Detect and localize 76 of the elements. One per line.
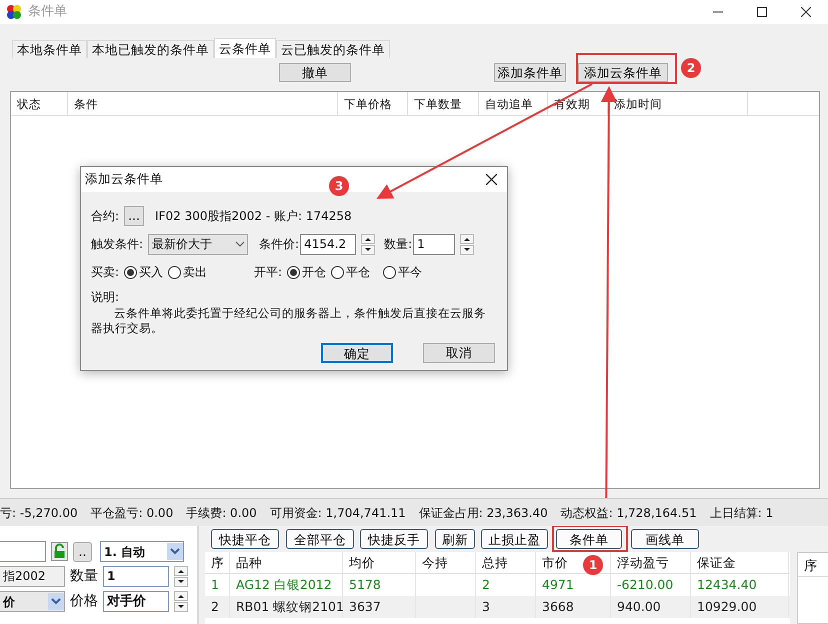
table-cell: 10929.00 bbox=[691, 596, 789, 618]
dropdown-value: 1. 自动 bbox=[104, 544, 146, 560]
price-field[interactable]: 对手价 bbox=[103, 591, 169, 612]
toolbar-button[interactable]: 画线单 bbox=[631, 529, 699, 549]
column-header: 保证金 bbox=[691, 552, 789, 573]
table-cell: RB01 螺纹钢2101 bbox=[230, 596, 343, 618]
cancel-order-button[interactable]: 撤单 bbox=[279, 63, 351, 82]
toolbar-button[interactable]: 刷新 bbox=[435, 529, 475, 549]
column-header: 添加时间 bbox=[608, 92, 748, 115]
radio-option[interactable]: 平今 bbox=[383, 263, 422, 281]
column-header: 今持 bbox=[416, 552, 476, 573]
table-cell: 2 bbox=[205, 596, 230, 618]
column-header: 条件 bbox=[68, 92, 338, 115]
radio-option[interactable]: 开仓 bbox=[287, 263, 326, 281]
condition-price-field[interactable]: 4154.2 bbox=[300, 234, 356, 254]
status-text: 保证金占用: 23,363.40 bbox=[418, 504, 548, 522]
column-header: 均价 bbox=[343, 552, 416, 573]
table-cell: 3637 bbox=[343, 596, 416, 618]
radio-option[interactable]: 平仓 bbox=[331, 263, 370, 281]
quantity-field[interactable]: 1 bbox=[413, 234, 456, 254]
toolbar-button[interactable]: 快捷平仓 bbox=[211, 529, 279, 549]
offset-label: 开平: bbox=[254, 264, 282, 281]
ok-button[interactable]: 确定 bbox=[321, 343, 393, 363]
step-number-marker: 2 bbox=[681, 58, 701, 78]
table-cell: 940.00 bbox=[611, 596, 691, 618]
toolbar-button[interactable]: 条件单 bbox=[556, 529, 622, 549]
side-label: 买卖: bbox=[91, 264, 120, 281]
dropdown-value: 最新价大于 bbox=[152, 236, 212, 253]
window-title: 条件单 bbox=[28, 3, 67, 22]
contract-picker-button[interactable]: ... bbox=[124, 206, 144, 226]
status-text: 动态权益: 1,728,164.51 bbox=[560, 504, 697, 522]
contract-label: 合约: bbox=[91, 208, 120, 225]
contract-field[interactable]: 指2002 bbox=[0, 566, 65, 587]
trigger-label: 触发条件: bbox=[91, 236, 144, 253]
price-type-dropdown[interactable]: 价 bbox=[0, 591, 65, 612]
tab[interactable]: 云条件单 bbox=[214, 38, 276, 58]
radio-option[interactable]: 买入 bbox=[124, 263, 164, 281]
add-cloud-condition-order-button[interactable]: 添加云条件单 bbox=[578, 63, 668, 82]
column-header: 自动追单 bbox=[479, 92, 548, 115]
quantity-field[interactable]: 1 bbox=[103, 566, 169, 587]
price-label: 价格 bbox=[70, 592, 98, 611]
trigger-dropdown[interactable]: 最新价大于 bbox=[148, 234, 248, 254]
table-cell: 3668 bbox=[536, 596, 611, 618]
condition-price-label: 条件价: bbox=[259, 236, 300, 253]
status-text: 手续费: 0.00 bbox=[186, 504, 257, 522]
radio-option[interactable]: 卖出 bbox=[168, 263, 208, 281]
table-cell: 3 bbox=[476, 596, 536, 618]
dropdown-value: 价 bbox=[3, 594, 15, 610]
mode-dropdown[interactable]: 1. 自动 bbox=[100, 541, 184, 562]
note-label: 说明: bbox=[91, 289, 120, 306]
dialog-title: 添加云条件单 bbox=[85, 170, 163, 188]
toolbar-button[interactable]: 止损止盈 bbox=[481, 529, 548, 549]
tab[interactable]: 本地已触发的条件单 bbox=[87, 40, 214, 58]
contract-info: IF02 300股指2002 - 账户: 174258 bbox=[155, 208, 352, 225]
add-condition-order-button[interactable]: 添加条件单 bbox=[494, 63, 566, 82]
status-text: 可用资金: 1,704,741.11 bbox=[270, 504, 406, 522]
more-button[interactable]: .. bbox=[73, 542, 92, 562]
toolbar-button[interactable]: 全部平仓 bbox=[286, 529, 354, 549]
quantity-label: 数量: bbox=[384, 236, 412, 253]
column-header: 下单价格 bbox=[338, 92, 408, 115]
status-text: 亏: -5,270.00 bbox=[0, 504, 78, 522]
tab[interactable]: 云已触发的条件单 bbox=[276, 40, 390, 58]
quantity-label: 数量 bbox=[70, 567, 98, 586]
toolbar-button[interactable]: 快捷反手 bbox=[360, 529, 428, 549]
column-header: 浮动盈亏 bbox=[611, 552, 691, 573]
cancel-button[interactable]: 取消 bbox=[423, 343, 495, 363]
status-text: 上日结算: 1 bbox=[710, 504, 774, 522]
column-header: 总持 bbox=[476, 552, 536, 573]
status-text: 平仓盈亏: 0.00 bbox=[90, 504, 174, 522]
column-header: 序 bbox=[798, 553, 828, 577]
column-header: 序 bbox=[205, 552, 230, 573]
tab[interactable]: 本地条件单 bbox=[12, 40, 87, 58]
column-header: 状态 bbox=[11, 92, 68, 115]
column-header: 品种 bbox=[230, 552, 343, 573]
note-text: 云条件单将此委托置于经纪公司的服务器上，条件触发后直接在云服务器执行交易。 bbox=[91, 306, 487, 336]
column-header: 下单数量 bbox=[408, 92, 479, 115]
